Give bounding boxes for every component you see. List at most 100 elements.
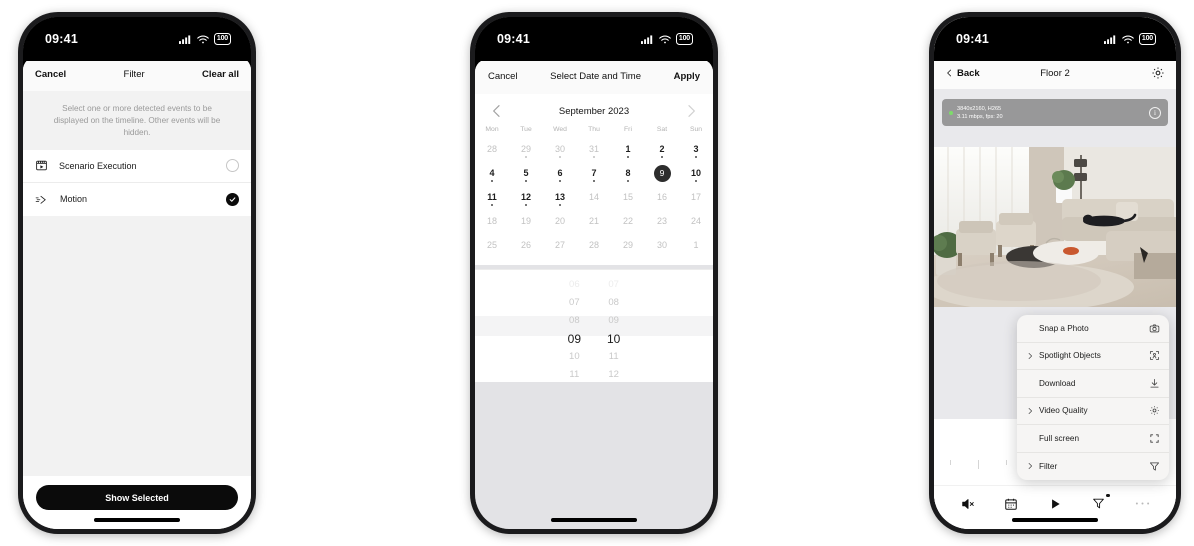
apply-button[interactable]: Apply [674, 71, 700, 82]
calendar-day[interactable]: 14 [577, 187, 611, 211]
minute-option[interactable]: 09 [608, 312, 619, 330]
calendar-day[interactable]: 1 [611, 139, 645, 163]
menu-item[interactable]: Video Quality [1017, 398, 1169, 425]
calendar-day[interactable]: 19 [509, 211, 543, 235]
hour-column[interactable]: 06070809101112 [568, 276, 581, 382]
calendar-day-number: 1 [693, 239, 699, 250]
calendar-day[interactable]: 31 [577, 139, 611, 163]
calendar-day[interactable]: 8 [611, 163, 645, 187]
calendar-day[interactable]: 4 [475, 163, 509, 187]
calendar-day-dot [694, 156, 698, 159]
calendar-day-number: 6 [557, 167, 563, 178]
menu-item[interactable]: Snap a Photo [1017, 315, 1169, 343]
datetime-sheet: Cancel Select Date and Time Apply Septem… [475, 59, 713, 529]
hour-option[interactable]: 09 [568, 330, 581, 348]
calendar-day-number: 16 [656, 191, 667, 202]
calendar-icon [1004, 497, 1018, 511]
calendar-day-dot [592, 180, 596, 183]
calendar-day[interactable]: 30 [645, 235, 679, 259]
play-button[interactable] [1042, 493, 1068, 515]
hour-option[interactable]: 08 [569, 312, 580, 330]
calendar-day[interactable]: 12 [509, 187, 543, 211]
calendar-day[interactable]: 25 [475, 235, 509, 259]
weekday-label: Sat [656, 126, 668, 133]
cancel-button[interactable]: Cancel [488, 71, 518, 82]
calendar-day-number: 9 [653, 164, 671, 182]
clear-all-button[interactable]: Clear all [202, 69, 239, 80]
filter-sheet-navbar: Cancel Filter Clear all [23, 57, 251, 91]
show-selected-button[interactable]: Show Selected [36, 485, 238, 510]
info-icon[interactable]: i [1149, 106, 1161, 119]
minute-option[interactable]: 08 [608, 294, 619, 312]
calendar-day[interactable]: 24 [679, 211, 713, 235]
speaker-muted-icon [961, 497, 975, 511]
calendar-day[interactable]: 1 [679, 235, 713, 259]
calendar-day[interactable]: 30 [543, 139, 577, 163]
calendar-day[interactable]: 17 [679, 187, 713, 211]
radio-unselected[interactable] [226, 159, 239, 173]
filter-button[interactable] [1086, 493, 1112, 515]
calendar-day-number: 25 [486, 239, 497, 250]
calendar-day[interactable]: 11 [475, 187, 509, 211]
calendar-day[interactable]: 26 [509, 235, 543, 259]
menu-item-label: Full screen [1039, 433, 1080, 443]
notch [1007, 17, 1103, 43]
menu-item[interactable]: Download [1017, 370, 1169, 398]
time-picker[interactable]: 06070809101112 07080910111213 [475, 270, 713, 382]
hour-option[interactable]: 06 [569, 276, 580, 294]
status-badge [1106, 493, 1110, 497]
chevron-right-icon [1026, 461, 1034, 471]
filter-icon [1092, 497, 1105, 510]
list-item[interactable]: Scenario Execution [23, 150, 251, 183]
calendar-day-number: 28 [588, 239, 599, 250]
back-button[interactable]: Back [945, 67, 980, 79]
minute-column[interactable]: 07080910111213 [607, 276, 620, 382]
calendar-day[interactable]: 28 [577, 235, 611, 259]
calendar-day[interactable]: 29 [611, 235, 645, 259]
calendar-day[interactable]: 16 [645, 187, 679, 211]
calendar-day[interactable]: 10 [679, 163, 713, 187]
menu-item[interactable]: Full screen [1017, 425, 1169, 453]
hour-option[interactable]: 07 [569, 294, 580, 312]
list-item[interactable]: Motion [23, 183, 251, 216]
menu-item[interactable]: Spotlight Objects [1017, 343, 1169, 370]
more-button[interactable] [1129, 493, 1155, 515]
cancel-button[interactable]: Cancel [35, 69, 66, 80]
calendar-day[interactable]: 5 [509, 163, 543, 187]
calendar-day[interactable]: 3 [679, 139, 713, 163]
calendar-day[interactable]: 27 [543, 235, 577, 259]
calendar-day[interactable]: 9 [645, 163, 679, 187]
calendar-day[interactable]: 13 [543, 187, 577, 211]
camera-icon [1149, 323, 1160, 334]
calendar-button[interactable] [998, 493, 1024, 515]
phone-camera: Back Floor 2 3840x2160, H265 3.11 mbps, … [929, 12, 1181, 534]
calendar-day-number: 3 [693, 143, 699, 154]
hour-option[interactable]: 10 [569, 348, 580, 366]
mute-button[interactable] [955, 493, 981, 515]
calendar-day[interactable]: 2 [645, 139, 679, 163]
calendar-day[interactable]: 7 [577, 163, 611, 187]
minute-option[interactable]: 12 [608, 366, 619, 382]
calendar-day[interactable]: 22 [611, 211, 645, 235]
chevron-right-icon[interactable] [683, 103, 699, 119]
calendar-day[interactable]: 21 [577, 211, 611, 235]
calendar-day[interactable]: 18 [475, 211, 509, 235]
menu-item[interactable]: Filter [1017, 453, 1169, 481]
calendar-day[interactable]: 20 [543, 211, 577, 235]
minute-option[interactable]: 07 [608, 276, 619, 294]
minute-option[interactable]: 11 [609, 348, 619, 366]
minute-option[interactable]: 10 [607, 330, 620, 348]
calendar-day[interactable]: 6 [543, 163, 577, 187]
calendar-day[interactable]: 15 [611, 187, 645, 211]
gear-icon[interactable] [1151, 66, 1165, 80]
radio-selected[interactable] [226, 192, 239, 206]
hour-option[interactable]: 11 [569, 366, 579, 382]
calendar-day[interactable]: 29 [509, 139, 543, 163]
calendar-day[interactable]: 23 [645, 211, 679, 235]
phone-datetime: Cancel Select Date and Time Apply Septem… [470, 12, 718, 534]
ellipsis-icon [1135, 501, 1150, 506]
calendar-day[interactable]: 28 [475, 139, 509, 163]
chevron-left-icon[interactable] [489, 103, 505, 119]
play-icon [1048, 497, 1062, 511]
weekday-label: Sun [689, 126, 703, 133]
